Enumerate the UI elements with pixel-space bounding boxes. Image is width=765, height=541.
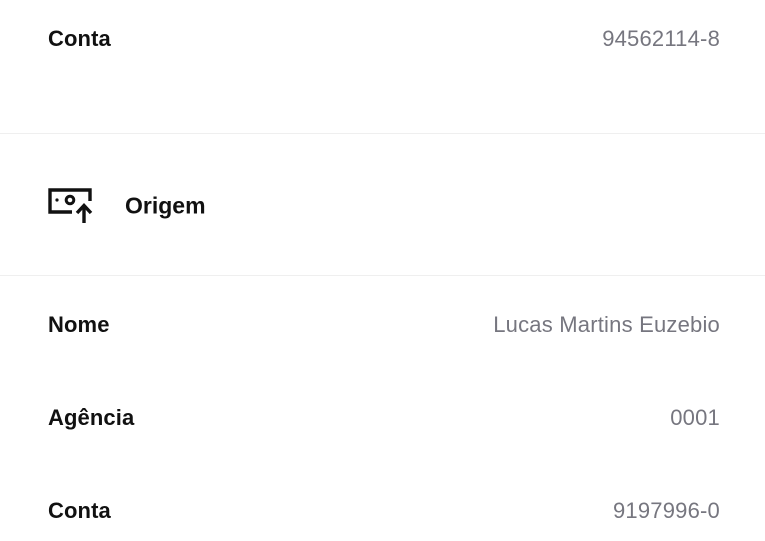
section-divider xyxy=(0,275,765,276)
name-value: Lucas Martins Euzebio xyxy=(493,312,720,337)
name-label: Nome xyxy=(48,312,110,337)
account-label: Conta xyxy=(48,26,111,51)
account-value: 9197996-0 xyxy=(612,498,720,523)
origin-account-row: Conta 9197996-0 xyxy=(0,481,765,541)
account-value: 94562114-8 xyxy=(602,26,720,51)
origin-title: Origem xyxy=(125,192,206,219)
destination-account-row: Conta 94562114-8 xyxy=(0,9,765,69)
money-upload-icon xyxy=(48,187,94,225)
origin-section-header: Origem xyxy=(0,176,765,236)
agency-value: 0001 xyxy=(670,405,720,430)
section-divider xyxy=(0,133,765,134)
agency-label: Agência xyxy=(48,405,135,430)
account-label: Conta xyxy=(48,498,111,523)
origin-agency-row: Agência 0001 xyxy=(0,388,765,448)
origin-name-row: Nome Lucas Martins Euzebio xyxy=(0,295,765,355)
